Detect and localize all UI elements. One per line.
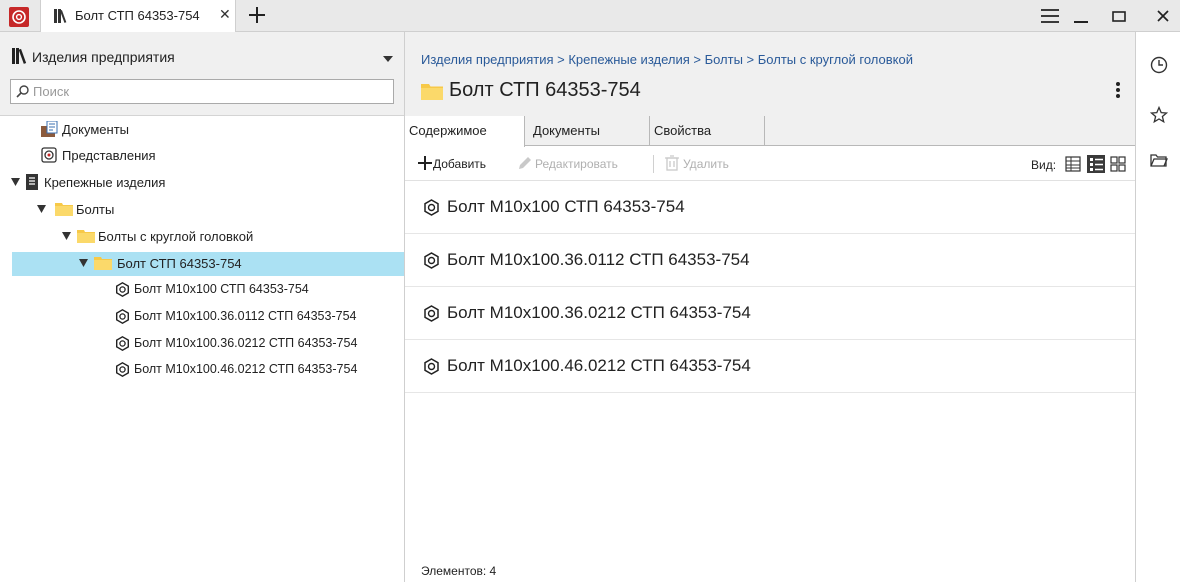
search-box — [10, 79, 394, 104]
app-logo-icon[interactable] — [9, 7, 29, 27]
tree-item-label: Болт М10х100 СТП 64353-754 — [134, 282, 309, 296]
tree-item-part[interactable]: Болт М10х100.36.0212 СТП 64353-754 — [0, 333, 404, 357]
tree-item-label: Документы — [62, 122, 130, 137]
part-icon — [423, 358, 440, 375]
close-window-icon[interactable] — [1155, 7, 1171, 23]
edit-button-label: Редактировать — [535, 157, 618, 171]
tree-item-label: Болт М10х100.46.0212 СТП 64353-754 — [134, 362, 358, 376]
tree-item-bolt-stp[interactable]: Болт СТП 64353-754 — [12, 252, 404, 276]
list-item[interactable]: Болт М10х100.36.0212 СТП 64353-754 — [405, 287, 1135, 340]
add-button-label: Добавить — [433, 157, 487, 171]
catalog-icon — [25, 174, 39, 190]
view-list-icon[interactable] — [1087, 155, 1105, 173]
tab-contents[interactable]: Содержимое — [405, 116, 525, 147]
title-bar: Болт СТП 64353-754 ✕ — [0, 0, 1180, 32]
tree-item-views[interactable]: Представления — [0, 144, 404, 168]
view-tiles-icon[interactable] — [1109, 155, 1127, 173]
tab-properties[interactable]: Свойства — [650, 116, 765, 146]
search-icon — [16, 85, 29, 98]
menu-icon[interactable] — [1040, 7, 1060, 25]
page-title-text: Болт СТП 64353-754 — [449, 79, 641, 101]
tree-item-fasteners[interactable]: Крепежные изделия — [0, 171, 404, 195]
library-icon — [12, 48, 30, 64]
close-tab-icon[interactable]: ✕ — [219, 6, 231, 23]
tree-item-label: Болт М10х100.36.0212 СТП 64353-754 — [134, 336, 358, 350]
view-table-icon[interactable] — [1064, 155, 1082, 173]
part-icon — [423, 252, 440, 269]
tree-item-round-head-bolts[interactable]: Болты с круглой головкой — [0, 225, 404, 249]
minimize-icon[interactable] — [1072, 7, 1090, 25]
tree-item-part[interactable]: Болт М10х100.46.0212 СТП 64353-754 — [0, 359, 404, 383]
part-icon — [115, 362, 130, 377]
content-toolbar: Добавить Редактировать Удалить Вид: — [405, 147, 1135, 181]
library-panel: Изделия предприятия Документы Представле… — [0, 32, 405, 582]
content-tabs: Содержимое Документы Свойства — [405, 116, 1135, 147]
tree-item-label: Представления — [62, 148, 156, 163]
list-item[interactable]: Болт М10х100.36.0112 СТП 64353-754 — [405, 234, 1135, 287]
list-item[interactable]: Болт М10х100.46.0212 СТП 64353-754 — [405, 340, 1135, 393]
list-item-label: Болт М10х100.36.0112 СТП 64353-754 — [447, 250, 750, 269]
part-icon — [423, 199, 440, 216]
content-panel: Изделия предприятия > Крепежные изделия … — [405, 32, 1135, 582]
toolbar-divider — [653, 155, 654, 173]
folder-icon — [94, 255, 112, 270]
documents-icon — [41, 121, 59, 137]
content-header: Изделия предприятия > Крепежные изделия … — [405, 32, 1135, 116]
part-icon — [423, 305, 440, 322]
folder-outline-icon[interactable] — [1150, 152, 1168, 168]
library-icon — [54, 9, 72, 23]
folder-icon — [421, 82, 443, 100]
part-icon — [115, 309, 130, 324]
tab-title: Болт СТП 64353-754 — [75, 8, 200, 23]
list-item-label: Болт М10х100.46.0212 СТП 64353-754 — [447, 356, 751, 375]
library-selector[interactable]: Изделия предприятия — [32, 49, 175, 65]
expand-triangle-icon[interactable] — [37, 205, 46, 213]
tree-item-bolts[interactable]: Болты — [0, 198, 404, 222]
more-options-icon[interactable] — [1115, 81, 1121, 99]
list-item[interactable]: Болт М10х100 СТП 64353-754 — [405, 181, 1135, 234]
right-rail — [1135, 32, 1180, 582]
part-icon — [115, 282, 130, 297]
view-label: Вид: — [1031, 158, 1057, 172]
favorites-star-icon[interactable] — [1150, 106, 1168, 124]
tree-item-label: Болты — [76, 202, 115, 217]
tree-item-documents[interactable]: Документы — [0, 118, 404, 142]
expand-triangle-icon[interactable] — [11, 178, 20, 186]
chevron-down-icon[interactable] — [383, 56, 393, 62]
list-item-label: Болт М10х100 СТП 64353-754 — [447, 197, 685, 216]
delete-button-label: Удалить — [683, 157, 729, 171]
folder-icon — [55, 201, 73, 216]
expand-triangle-icon[interactable] — [62, 232, 71, 240]
breadcrumb[interactable]: Изделия предприятия > Крепежные изделия … — [421, 52, 913, 67]
views-icon — [41, 147, 59, 163]
history-clock-icon[interactable] — [1150, 56, 1168, 74]
maximize-icon[interactable] — [1110, 7, 1128, 25]
tree-item-label: Болт СТП 64353-754 — [117, 256, 242, 271]
tree-item-part[interactable]: Болт М10х100.36.0112 СТП 64353-754 — [0, 306, 404, 330]
plus-icon[interactable] — [246, 4, 268, 26]
status-text: Элементов: 4 — [421, 564, 497, 578]
tree-item-label: Болты с круглой головкой — [98, 229, 254, 244]
document-tab[interactable]: Болт СТП 64353-754 ✕ — [40, 0, 236, 32]
expand-triangle-icon[interactable] — [79, 259, 88, 267]
tree-item-label: Болт М10х100.36.0112 СТП 64353-754 — [134, 309, 357, 323]
search-input[interactable] — [31, 82, 386, 101]
library-header: Изделия предприятия — [0, 32, 404, 116]
folder-icon — [77, 228, 95, 243]
part-icon — [115, 336, 130, 351]
tab-documents[interactable]: Документы — [525, 116, 650, 146]
tree-item-part[interactable]: Болт М10х100 СТП 64353-754 — [0, 279, 404, 303]
list-item-label: Болт М10х100.36.0212 СТП 64353-754 — [447, 303, 751, 322]
tree-item-label: Крепежные изделия — [44, 175, 166, 190]
